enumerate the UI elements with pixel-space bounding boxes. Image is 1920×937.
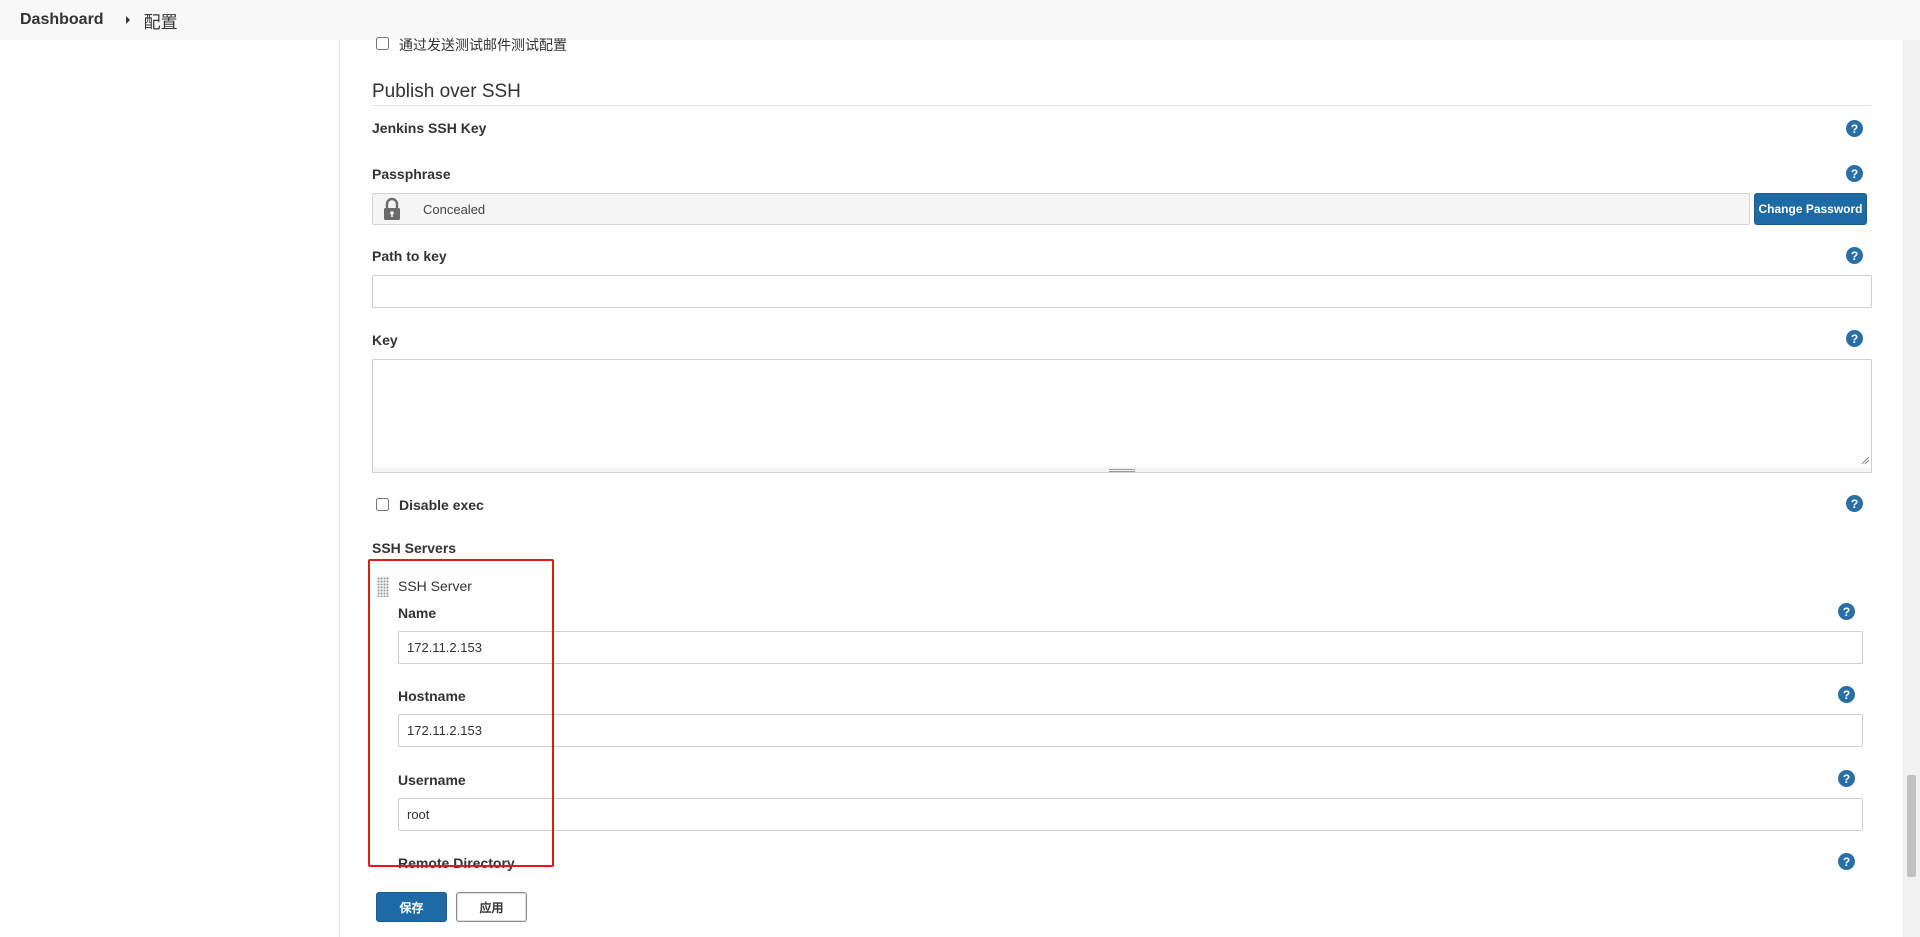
key-textarea[interactable] bbox=[372, 359, 1872, 469]
save-button[interactable]: 保存 bbox=[376, 892, 447, 922]
breadcrumb-chevron-icon[interactable] bbox=[125, 16, 130, 24]
sidebar bbox=[0, 40, 340, 937]
email-test-label: 通过发送测试邮件测试配置 bbox=[399, 37, 567, 53]
section-divider bbox=[372, 105, 1872, 106]
key-label: Key bbox=[372, 332, 398, 348]
server-name-input[interactable] bbox=[398, 631, 1863, 664]
concealed-text: Concealed bbox=[423, 201, 486, 217]
ssh-servers-label: SSH Servers bbox=[372, 540, 457, 556]
remote-directory-help-icon[interactable]: ? bbox=[1838, 853, 1855, 870]
config-form: 通过发送测试邮件测试配置 Publish over SSH Jenkins SS… bbox=[368, 37, 1872, 937]
lock-icon bbox=[381, 197, 403, 221]
path-to-key-help-icon[interactable]: ? bbox=[1846, 247, 1863, 264]
disable-exec-help-icon[interactable]: ? bbox=[1846, 495, 1863, 512]
breadcrumb-dashboard-link[interactable]: Dashboard bbox=[20, 11, 104, 29]
change-password-button[interactable]: Change Password bbox=[1754, 193, 1867, 225]
username-input[interactable] bbox=[398, 798, 1863, 831]
resize-corner-icon[interactable] bbox=[1860, 455, 1870, 465]
scrollbar-thumb[interactable] bbox=[1907, 775, 1916, 877]
hostname-input[interactable] bbox=[398, 714, 1863, 747]
disable-exec-checkbox[interactable] bbox=[376, 498, 389, 511]
breadcrumb-current: 配置 bbox=[143, 12, 178, 32]
email-test-checkbox[interactable] bbox=[376, 37, 389, 50]
jenkins-ssh-key-label: Jenkins SSH Key bbox=[372, 120, 487, 136]
passphrase-help-icon[interactable]: ? bbox=[1846, 165, 1863, 182]
passphrase-label: Passphrase bbox=[372, 166, 451, 182]
breadcrumb-bar: Dashboard 配置 bbox=[0, 0, 1920, 40]
key-help-icon[interactable]: ? bbox=[1846, 330, 1863, 347]
passphrase-concealed-field: Concealed bbox=[372, 193, 1750, 225]
section-title: Publish over SSH bbox=[372, 81, 521, 102]
server-name-help-icon[interactable]: ? bbox=[1838, 603, 1855, 620]
path-to-key-label: Path to key bbox=[372, 248, 447, 264]
highlight-box bbox=[368, 559, 554, 867]
grip-handle-icon[interactable] bbox=[1109, 469, 1135, 472]
username-help-icon[interactable]: ? bbox=[1838, 770, 1855, 787]
jenkins-ssh-key-help-icon[interactable]: ? bbox=[1846, 120, 1863, 137]
hostname-help-icon[interactable]: ? bbox=[1838, 686, 1855, 703]
disable-exec-label: Disable exec bbox=[399, 497, 484, 513]
path-to-key-input[interactable] bbox=[372, 275, 1872, 308]
apply-button[interactable]: 应用 bbox=[456, 892, 527, 922]
